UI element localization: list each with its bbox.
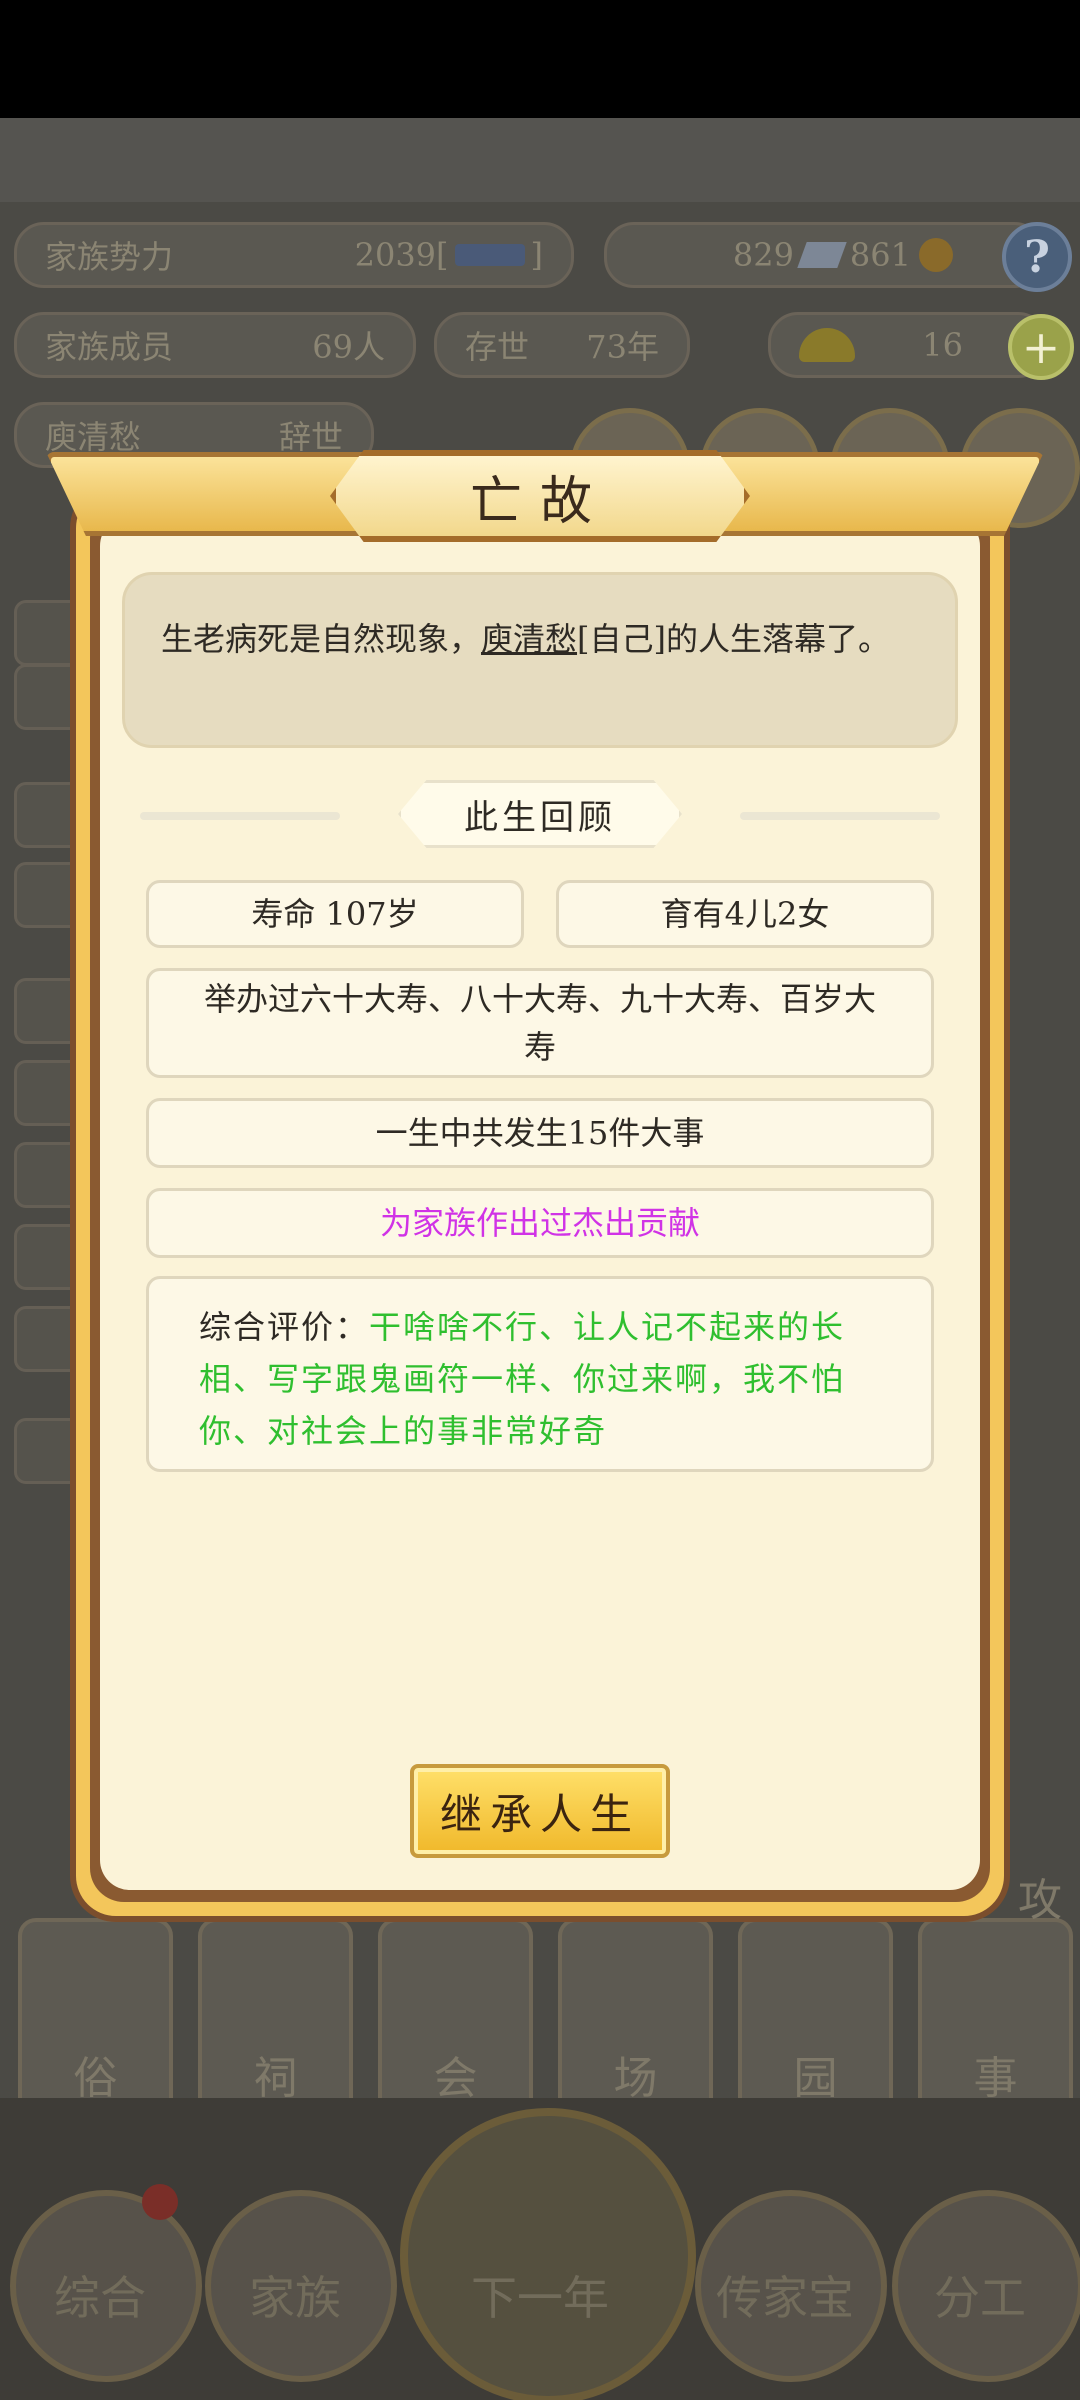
gold-ingot-icon	[799, 328, 855, 362]
nav-family-label[interactable]: 家族	[195, 2262, 395, 2328]
add-gold-icon[interactable]: +	[1008, 314, 1074, 380]
members-label: 家族成员	[45, 328, 174, 366]
event-row	[14, 1142, 74, 1208]
resources-value-2: 861	[849, 236, 911, 274]
evaluation-card: 综合评价：干啥啥不行、让人记不起来的长相、写字跟鬼画符一样、你过来啊，我不怕你、…	[146, 1276, 934, 1472]
review-divider-left	[140, 812, 340, 820]
review-header: 此生回顾	[140, 780, 940, 850]
event-row	[14, 862, 74, 928]
alive-label: 存世	[465, 328, 530, 366]
nav-overview-label[interactable]: 综合	[0, 2262, 200, 2328]
review-divider-right	[740, 812, 940, 820]
event-row	[14, 1224, 74, 1290]
event-row	[14, 1060, 74, 1126]
event-row	[14, 600, 74, 666]
dialog-title: 亡故	[330, 450, 750, 542]
gold-value: 16	[922, 326, 963, 364]
nav-next-year-label[interactable]: 下一年	[440, 2262, 640, 2328]
family-power-box: 家族势力 2039[]	[14, 222, 574, 288]
notification-dot-icon	[142, 2184, 178, 2220]
death-intro-text: 生老病死是自然现象，庾清愁[自己]的人生落幕了。	[122, 572, 958, 748]
silver-icon	[797, 242, 847, 268]
family-power-label: 家族势力	[45, 238, 174, 276]
events-card: 一生中共发生15件大事	[146, 1098, 934, 1168]
event-row	[14, 978, 74, 1044]
evaluation-label: 综合评价：	[199, 1308, 370, 1346]
event-row	[14, 1418, 74, 1484]
event-row	[14, 782, 74, 848]
members-box: 家族成员 69人	[14, 312, 416, 378]
intro-person-name[interactable]: 庾清愁	[481, 620, 577, 658]
person-name: 庾清愁	[45, 418, 142, 456]
coin-icon	[919, 238, 953, 272]
nav-assign-label[interactable]: 分工	[880, 2262, 1080, 2328]
inherit-life-button[interactable]: 继承人生	[410, 1764, 670, 1858]
birthdays-card: 举办过六十大寿、八十大寿、九十大寿、百岁大寿	[146, 968, 934, 1078]
family-power-value: 2039[]	[354, 236, 543, 274]
members-value: 69人	[312, 328, 385, 366]
help-icon[interactable]: ?	[1002, 222, 1072, 292]
gold-box: 16	[768, 312, 1048, 378]
event-row	[14, 1306, 74, 1372]
next-year-mountain-icon[interactable]	[400, 2108, 696, 2400]
status-bar	[0, 0, 1080, 118]
tab-affairs-top-label: 攻	[1018, 1875, 1062, 1926]
children-card: 育有4儿2女	[556, 880, 934, 948]
resources-value: 829	[732, 236, 794, 274]
nav-heirloom-label[interactable]: 传家宝	[685, 2262, 885, 2328]
top-band	[0, 118, 1080, 202]
contribution-card: 为家族作出过杰出贡献	[146, 1188, 934, 1258]
lifespan-card: 寿命 107岁	[146, 880, 524, 948]
alive-value: 73年	[586, 328, 659, 366]
resources-box: 829 861	[604, 222, 1044, 288]
review-title: 此生回顾	[398, 780, 682, 848]
person-status: 辞世	[278, 418, 343, 456]
alive-box: 存世 73年	[434, 312, 690, 378]
event-row	[14, 664, 74, 730]
